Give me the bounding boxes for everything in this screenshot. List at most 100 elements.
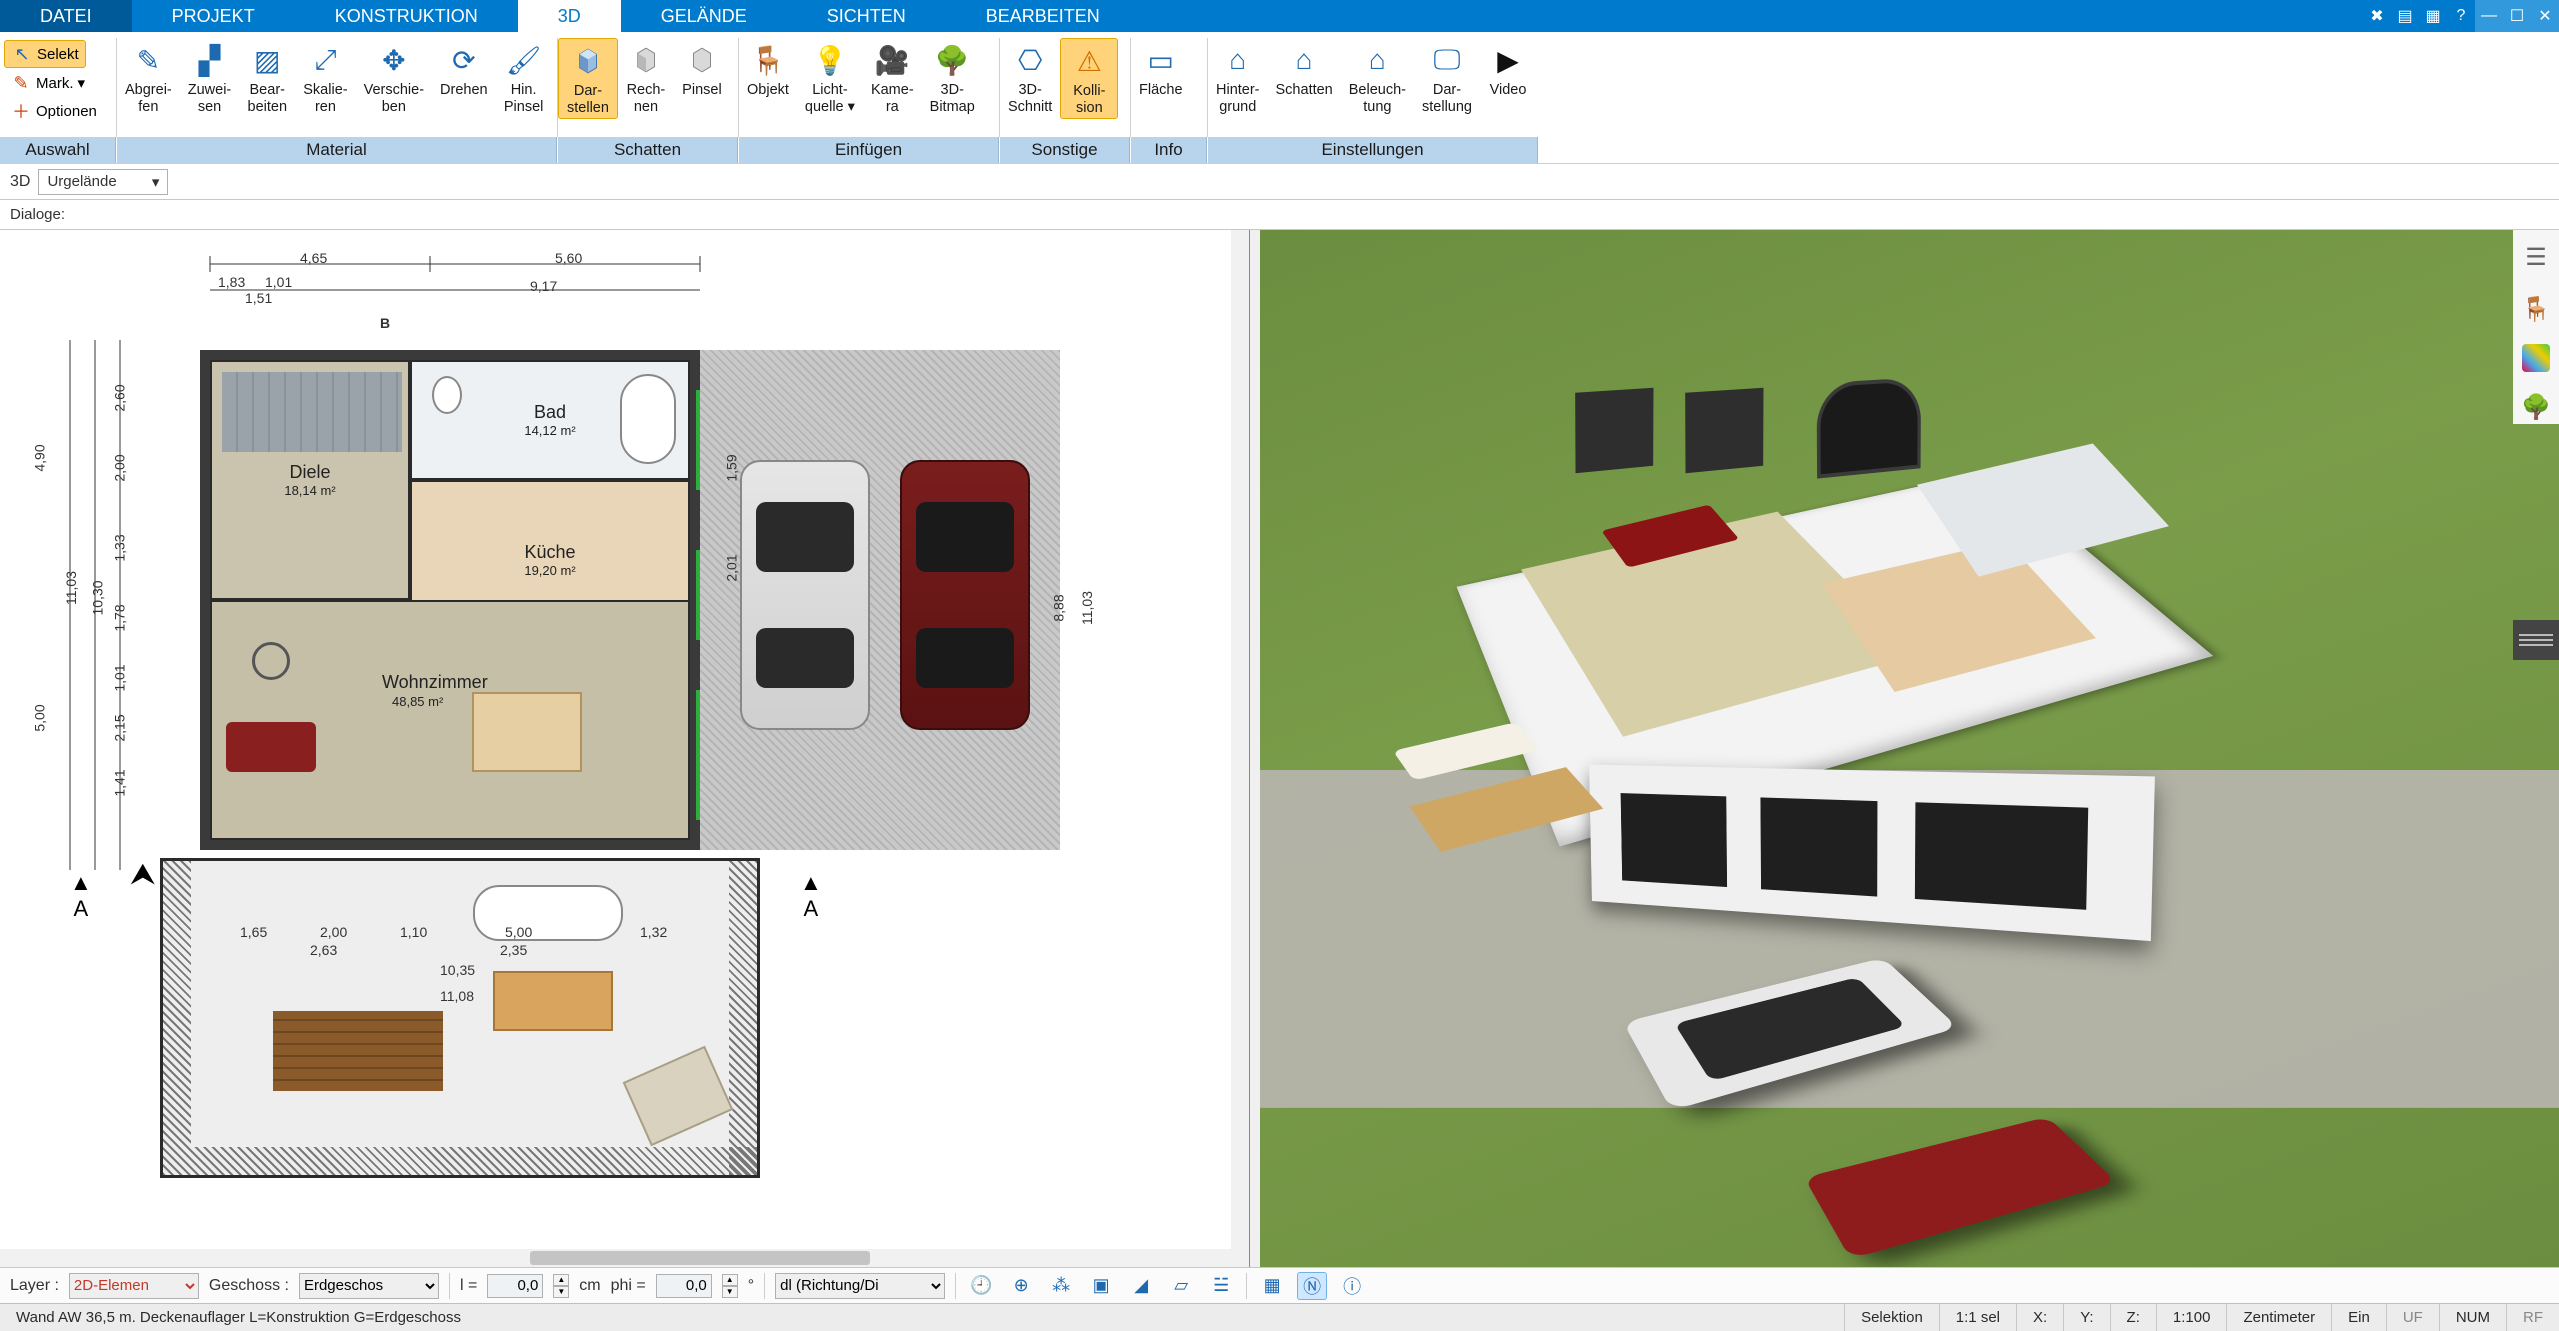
kamera-button[interactable]: 🎥Kame- ra — [863, 38, 922, 117]
car-silver-2d — [740, 460, 870, 730]
phi-input[interactable] — [656, 1274, 712, 1298]
cube-calc-icon — [626, 40, 666, 80]
toilet-icon — [432, 376, 462, 414]
dropdown-icon: ▾ — [78, 74, 86, 92]
pinsel-button[interactable]: Pinsel — [674, 38, 730, 101]
mark-button[interactable]: ✎ Mark. ▾ — [4, 70, 91, 96]
dim-right-d: 8,88 — [1051, 594, 1067, 621]
menu-tab-bearbeiten[interactable]: BEARBEITEN — [946, 0, 1140, 32]
furniture-panel-icon[interactable]: 🪑 — [2519, 292, 2553, 326]
layer-select[interactable]: 2D-Elemen — [69, 1273, 199, 1299]
hin-pinsel-button[interactable]: 🖌Hin. Pinsel — [496, 38, 552, 117]
video-button[interactable]: ▶Video — [1480, 38, 1536, 101]
collision-icon: ⚠ — [1069, 41, 1109, 81]
3d-bitmap-button[interactable]: 🌳3D- Bitmap — [922, 38, 983, 117]
dim-left-4: 2,15 — [112, 714, 128, 741]
grid-icon[interactable]: ▦ — [1257, 1272, 1287, 1300]
bearbeiten-button[interactable]: ▨Bear- beiten — [239, 38, 295, 117]
layers-panel-icon[interactable]: ☰ — [2519, 240, 2553, 274]
status-scale: 1:100 — [2157, 1304, 2228, 1331]
group-label-material: Material — [117, 137, 557, 163]
3d-schnitt-button[interactable]: ⎔3D- Schnitt — [1000, 38, 1060, 117]
view-splitter[interactable] — [1250, 230, 1260, 1267]
drehen-button[interactable]: ⟳Drehen — [432, 38, 496, 101]
lichtquelle-button[interactable]: 💡Licht- quelle ▾ — [797, 38, 863, 117]
snap-point-icon[interactable]: ⊕ — [1006, 1272, 1036, 1300]
scrollbar-v-2d[interactable] — [1231, 230, 1249, 1249]
garden-plan — [160, 858, 760, 1178]
snap-multi-icon[interactable]: ⁂ — [1046, 1272, 1076, 1300]
titlebar-tool-icon[interactable]: ✖ — [2363, 0, 2391, 32]
driveway — [700, 350, 1060, 850]
beleuchtung-button[interactable]: ⌂Beleuch- tung — [1341, 38, 1414, 117]
darstellen-button[interactable]: Dar- stellen — [558, 38, 618, 119]
flaeche-button[interactable]: ▭Fläche — [1131, 38, 1191, 101]
geschoss-select[interactable]: Erdgeschos — [299, 1273, 439, 1299]
dim-left-3: 1,01 — [112, 664, 128, 691]
ortho-icon[interactable]: Ⓝ — [1297, 1272, 1327, 1300]
l-input[interactable] — [487, 1274, 543, 1298]
menu-tab-sichten[interactable]: SICHTEN — [787, 0, 946, 32]
bathtub-icon — [620, 374, 676, 464]
section-marker-left: ▲ A — [70, 870, 92, 922]
materials-panel-icon[interactable] — [2522, 344, 2550, 372]
skalieren-button[interactable]: ⤢Skalie- ren — [295, 38, 355, 117]
scrollbar-h-2d[interactable] — [0, 1249, 1249, 1267]
status-rf: RF — [2507, 1304, 2559, 1331]
context-bar: 3D Urgelände ▾ — [0, 164, 2559, 200]
ribbon: ↖ Selekt ✎ Mark. ▾ ＋ Optionen Auswahl ✎A… — [0, 32, 2559, 164]
window-3d-2 — [1685, 388, 1763, 473]
room-wohn-area: 48,85 m² — [392, 694, 443, 709]
darstellung-button[interactable]: 🖵Dar- stellung — [1414, 38, 1480, 117]
window-maximize[interactable]: ☐ — [2503, 0, 2531, 32]
info-icon[interactable]: ⓘ — [1337, 1272, 1367, 1300]
side-panel-handle[interactable] — [2513, 620, 2559, 660]
hintergrund-button[interactable]: ⌂Hinter- grund — [1208, 38, 1268, 117]
layer-label: Layer : — [10, 1277, 59, 1295]
front-wall-3d — [1589, 765, 2155, 942]
phi-spinner[interactable]: ▲▼ — [722, 1274, 738, 1298]
menu-tab-projekt[interactable]: PROJEKT — [132, 0, 295, 32]
plants-panel-icon[interactable]: 🌳 — [2519, 390, 2553, 424]
titlebar-layers-icon[interactable]: ▤ — [2391, 0, 2419, 32]
car-red-2d — [900, 460, 1030, 730]
snap-plane-icon[interactable]: ▱ — [1166, 1272, 1196, 1300]
snap-edge-icon[interactable]: ◢ — [1126, 1272, 1156, 1300]
status-uf: UF — [2387, 1304, 2440, 1331]
kollision-button[interactable]: ⚠Kolli- sion — [1060, 38, 1118, 119]
status-sel: 1:1 sel — [1940, 1304, 2017, 1331]
house-shadow-icon: ⌂ — [1284, 40, 1324, 80]
window-minimize[interactable]: — — [2475, 0, 2503, 32]
view-2d[interactable]: 4,65 5,60 9,17 1,83 1,01 1,51 4,90 11,03… — [0, 230, 1250, 1267]
schatten-settings-button[interactable]: ⌂Schatten — [1268, 38, 1341, 101]
terrain-select[interactable]: Urgelände ▾ — [38, 169, 168, 195]
titlebar-settings-icon[interactable]: ▦ — [2419, 0, 2447, 32]
snap-object-icon[interactable]: ▣ — [1086, 1272, 1116, 1300]
snap-layer-icon[interactable]: ☱ — [1206, 1272, 1236, 1300]
scrollbar-thumb[interactable] — [530, 1251, 870, 1265]
dim-right-c: 11,03 — [1079, 591, 1095, 625]
optionen-label: Optionen — [36, 103, 97, 120]
menu-tab-gelaende[interactable]: GELÄNDE — [621, 0, 787, 32]
menu-tab-datei[interactable]: DATEI — [0, 0, 132, 32]
clock-icon[interactable]: 🕘 — [966, 1272, 996, 1300]
titlebar-help-icon[interactable]: ? — [2447, 0, 2475, 32]
rechnen-button[interactable]: Rech- nen — [618, 38, 674, 117]
menu-tab-konstruktion[interactable]: KONSTRUKTION — [295, 0, 518, 32]
selekt-button[interactable]: ↖ Selekt — [4, 40, 86, 68]
view-3d[interactable]: ☰ 🪑 🌳 — [1260, 230, 2559, 1267]
menu-tab-3d[interactable]: 3D — [518, 0, 621, 32]
dim-g-e: 1,32 — [640, 924, 667, 940]
rug-icon — [252, 642, 290, 680]
l-spinner[interactable]: ▲▼ — [553, 1274, 569, 1298]
selekt-label: Selekt — [37, 46, 79, 63]
status-num: NUM — [2440, 1304, 2507, 1331]
bulb-icon: 💡 — [810, 40, 850, 80]
verschieben-button[interactable]: ✥Verschie- ben — [356, 38, 432, 117]
zuweisen-button[interactable]: ▞Zuwei- sen — [180, 38, 240, 117]
abgreifen-button[interactable]: ✎Abgrei- fen — [117, 38, 180, 117]
optionen-button[interactable]: ＋ Optionen — [4, 98, 103, 124]
window-close[interactable]: ✕ — [2531, 0, 2559, 32]
objekt-button[interactable]: 🪑Objekt — [739, 38, 797, 101]
richtung-select[interactable]: dl (Richtung/Di — [775, 1273, 945, 1299]
